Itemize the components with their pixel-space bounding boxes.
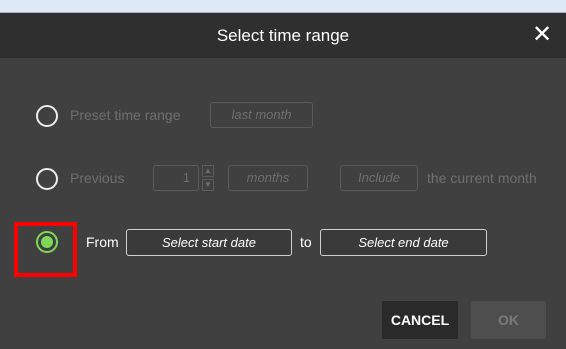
preset-label: Preset time range <box>70 107 181 123</box>
to-label: to <box>300 234 312 250</box>
dialog-title: Select time range <box>216 26 350 45</box>
ok-button[interactable]: OK <box>471 301 546 339</box>
from-label: From <box>86 234 119 250</box>
previous-suffix: the current month <box>427 170 537 186</box>
time-range-dialog: Select time range ✕ Preset time range la… <box>0 13 566 349</box>
cancel-button[interactable]: CANCEL <box>382 301 458 339</box>
previous-unit-select[interactable]: months <box>228 165 308 191</box>
previous-count-input[interactable]: 1 <box>153 165 199 191</box>
end-date-input[interactable]: Select end date <box>320 229 487 256</box>
chevron-down-icon[interactable]: ▼ <box>202 179 214 191</box>
window-top-strip <box>0 0 566 12</box>
selection-highlight-box <box>14 222 77 277</box>
previous-count-stepper[interactable]: ▲ ▼ <box>202 165 214 191</box>
include-toggle[interactable]: Include <box>340 165 418 191</box>
chevron-up-icon[interactable]: ▲ <box>202 165 214 177</box>
previous-radio[interactable] <box>36 168 58 190</box>
preset-radio[interactable] <box>36 105 58 127</box>
dialog-header: Select time range ✕ <box>0 13 566 58</box>
start-date-input[interactable]: Select start date <box>126 229 292 256</box>
preset-select[interactable]: last month <box>210 102 313 128</box>
previous-label: Previous <box>70 170 125 186</box>
close-icon[interactable]: ✕ <box>528 21 556 49</box>
